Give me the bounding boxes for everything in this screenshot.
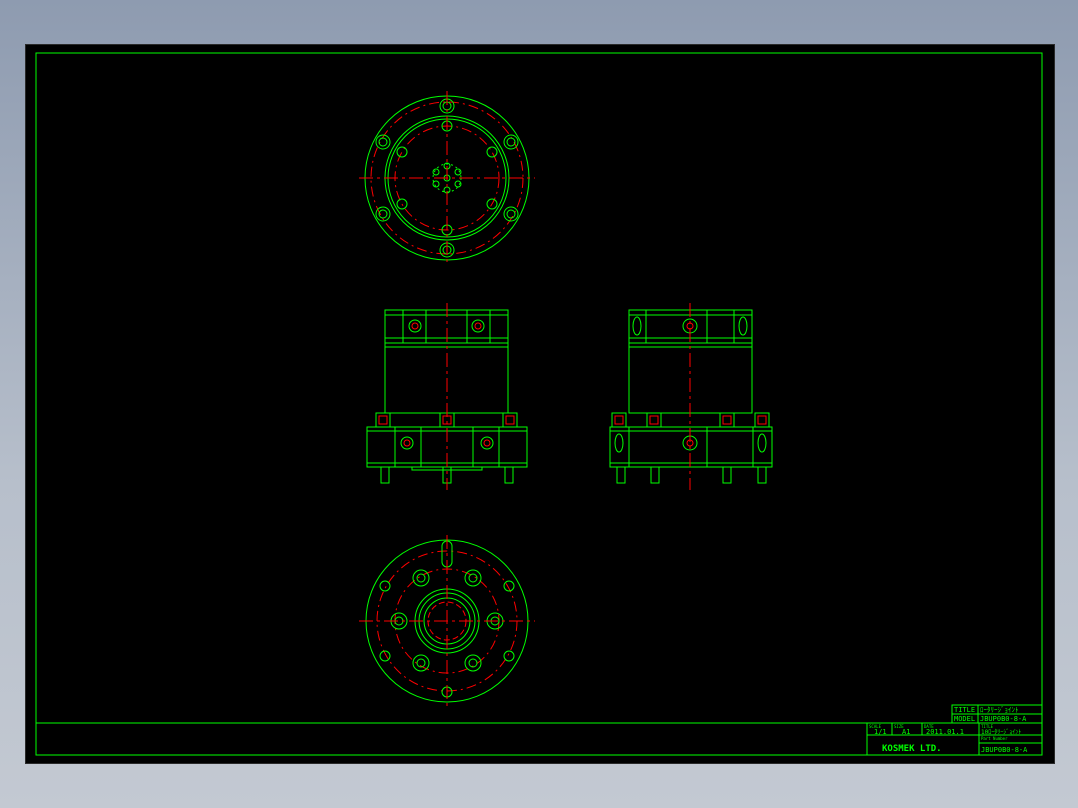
- title-block-text: TITLE ﾛｰﾀﾘｰｼﾞｮｲﾝﾄ MODEL JBUP0B0-8-A SCAL…: [869, 706, 1028, 754]
- scale-value: 1/1: [874, 728, 887, 736]
- title-label: TITLE: [954, 706, 975, 714]
- bottom-view: [359, 535, 535, 707]
- drawing-frame: [35, 52, 1043, 756]
- company-logo: KOSMEK LTD.: [882, 744, 942, 754]
- date-value: 2011.01.1: [926, 728, 964, 736]
- name-value: 10ﾛｰﾀﾘｰｼﾞｮｲﾝﾄ: [981, 729, 1021, 736]
- size-value: A1: [902, 728, 910, 736]
- part-value: JBUP0B0-8-A: [981, 746, 1028, 754]
- drawing-sheet: TITLE ﾛｰﾀﾘｰｼﾞｮｲﾝﾄ MODEL JBUP0B0-8-A SCAL…: [25, 44, 1055, 764]
- top-view: [359, 91, 535, 265]
- side-view: [609, 303, 773, 490]
- front-view: [366, 303, 528, 490]
- model-label: MODEL: [954, 715, 975, 723]
- model-value: JBUP0B0-8-A: [980, 715, 1027, 723]
- cad-drawing: TITLE ﾛｰﾀﾘｰｼﾞｮｲﾝﾄ MODEL JBUP0B0-8-A SCAL…: [35, 52, 1043, 756]
- part-label: Part Number: [981, 736, 1008, 741]
- title-value: ﾛｰﾀﾘｰｼﾞｮｲﾝﾄ: [980, 706, 1019, 714]
